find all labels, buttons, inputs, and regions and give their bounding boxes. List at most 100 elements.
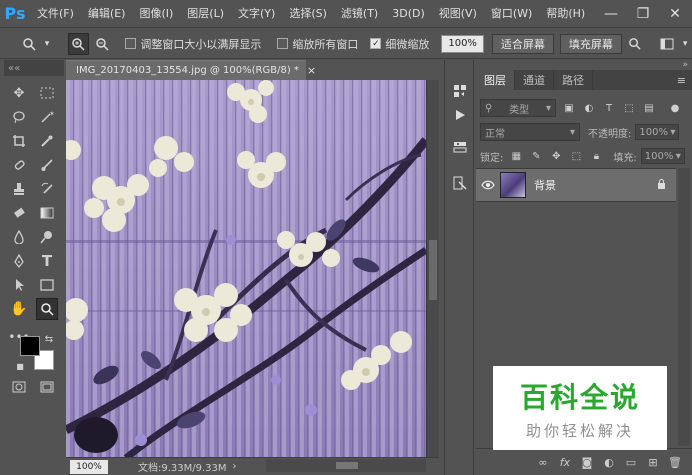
- zoom-value-field[interactable]: 100%: [441, 34, 484, 53]
- layer-filter-select[interactable]: ⚲ 类型 ▾: [480, 99, 556, 117]
- filter-adjustment-icon[interactable]: ◐: [582, 101, 596, 115]
- layer-name[interactable]: 背景: [534, 177, 556, 193]
- lock-artboard-icon[interactable]: ⬚: [569, 149, 583, 163]
- healing-brush-icon[interactable]: [8, 154, 30, 176]
- new-layer-icon[interactable]: ⊞: [644, 453, 662, 471]
- document-tab[interactable]: IMG_20170403_13554.jpg @ 100%(RGB/8) * ×: [66, 60, 316, 80]
- crop-tool-icon[interactable]: [8, 130, 30, 152]
- status-menu-arrow-icon[interactable]: ›: [233, 461, 237, 472]
- scrubby-zoom-checkbox[interactable]: ✓ 细微缩放: [370, 36, 429, 52]
- history-brush-icon[interactable]: [36, 178, 58, 200]
- history-panel-icon[interactable]: [449, 80, 471, 102]
- hand-tool-icon[interactable]: ✋: [8, 298, 30, 320]
- chevron-down-icon[interactable]: ▾: [41, 33, 53, 55]
- menu-image[interactable]: 图像(I): [132, 0, 180, 28]
- canvas-horizontal-scrollbar[interactable]: [266, 459, 426, 472]
- menu-3d[interactable]: 3D(D): [385, 0, 432, 28]
- adjustments-panel-icon[interactable]: [449, 136, 471, 158]
- swap-colors-icon[interactable]: ⇆: [42, 332, 56, 346]
- layer-filter-row: ⚲ 类型 ▾ ▣ ◐ T ⬚ ▤ ●: [480, 98, 688, 118]
- filter-toggle-icon[interactable]: ●: [668, 101, 682, 115]
- fx-icon[interactable]: fx: [556, 453, 574, 471]
- fill-screen-button[interactable]: 填充屏幕: [559, 33, 622, 54]
- search-icon[interactable]: [624, 33, 645, 55]
- canvas-area[interactable]: [66, 80, 439, 458]
- menu-select[interactable]: 选择(S): [282, 0, 334, 28]
- eye-icon[interactable]: [476, 180, 500, 190]
- tab-paths[interactable]: 路径: [554, 70, 593, 90]
- close-window-button[interactable]: ✕: [660, 0, 690, 28]
- menu-filter[interactable]: 滤镜(T): [334, 0, 385, 28]
- restore-button[interactable]: ❐: [628, 0, 658, 28]
- toolbar-header[interactable]: ««: [4, 60, 64, 76]
- lock-image-icon[interactable]: ✎: [529, 149, 543, 163]
- eyedropper-icon[interactable]: [36, 130, 58, 152]
- chevron-down-icon[interactable]: ▾: [679, 33, 691, 55]
- zoom-in-icon[interactable]: [67, 32, 90, 55]
- path-selection-icon[interactable]: [8, 274, 30, 296]
- lasso-tool-icon[interactable]: [8, 106, 30, 128]
- opacity-field[interactable]: 100% ▾: [635, 124, 680, 140]
- properties-panel-icon[interactable]: [449, 172, 471, 194]
- menu-view[interactable]: 视图(V): [432, 0, 484, 28]
- workspace-icon[interactable]: [656, 33, 677, 55]
- actions-play-icon[interactable]: [449, 104, 471, 126]
- menu-type[interactable]: 文字(Y): [231, 0, 282, 28]
- scroll-thumb[interactable]: [336, 462, 358, 469]
- zoom-all-checkbox[interactable]: 缩放所有窗口: [277, 36, 358, 52]
- marquee-tool-icon[interactable]: [36, 82, 58, 104]
- gradient-tool-icon[interactable]: [36, 202, 58, 224]
- quick-mask-icon[interactable]: [8, 376, 30, 398]
- lock-position-icon[interactable]: ✥: [549, 149, 563, 163]
- blur-tool-icon[interactable]: [8, 226, 30, 248]
- move-tool-icon[interactable]: ✥: [8, 82, 30, 104]
- canvas-vertical-scrollbar[interactable]: [426, 80, 439, 458]
- collapse-panels-icon[interactable]: »: [682, 60, 688, 70]
- foreground-color-swatch[interactable]: [20, 336, 40, 356]
- new-group-icon[interactable]: ▭: [622, 453, 640, 471]
- status-zoom-field[interactable]: 100%: [70, 459, 108, 474]
- menu-edit[interactable]: 编辑(E): [81, 0, 133, 28]
- zoom-out-icon[interactable]: [91, 33, 112, 55]
- close-tab-icon[interactable]: ×: [307, 64, 316, 77]
- tab-channels[interactable]: 通道: [515, 70, 554, 90]
- document-size-info[interactable]: 文档:9.33M/9.33M: [138, 459, 227, 474]
- delete-layer-icon[interactable]: 🗑︎: [666, 453, 684, 471]
- magic-wand-icon[interactable]: ✶: [36, 106, 58, 128]
- fit-screen-button[interactable]: 适合屏幕: [491, 33, 554, 54]
- pen-tool-icon[interactable]: [8, 250, 30, 272]
- add-mask-icon[interactable]: ◙: [578, 453, 596, 471]
- fill-field[interactable]: 100% ▾: [640, 148, 685, 164]
- minimize-button[interactable]: —: [596, 0, 626, 28]
- rectangle-tool-icon[interactable]: [36, 274, 58, 296]
- menu-file[interactable]: 文件(F): [30, 0, 81, 28]
- adjustment-layer-icon[interactable]: ◐: [600, 453, 618, 471]
- filter-smart-object-icon[interactable]: ▤: [642, 101, 656, 115]
- layer-row-background[interactable]: 背景: [476, 168, 676, 202]
- scroll-thumb[interactable]: [429, 240, 437, 300]
- collapse-toolbar-icon[interactable]: ««: [8, 63, 20, 74]
- default-colors-icon[interactable]: ■: [14, 360, 26, 372]
- layers-scrollbar[interactable]: [678, 168, 690, 446]
- type-tool-icon[interactable]: T: [36, 250, 58, 272]
- menu-help[interactable]: 帮助(H): [539, 0, 592, 28]
- resize-windows-checkbox[interactable]: 调整窗口大小以满屏显示: [125, 36, 261, 52]
- dodge-tool-icon[interactable]: [36, 226, 58, 248]
- blend-mode-select[interactable]: 正常 ▾: [480, 123, 580, 141]
- stamp-tool-icon[interactable]: [8, 178, 30, 200]
- filter-pixel-icon[interactable]: ▣: [562, 101, 576, 115]
- filter-type-icon[interactable]: T: [602, 101, 616, 115]
- eraser-tool-icon[interactable]: [8, 202, 30, 224]
- lock-transparency-icon[interactable]: ▦: [509, 149, 523, 163]
- filter-shape-icon[interactable]: ⬚: [622, 101, 636, 115]
- menu-window[interactable]: 窗口(W): [484, 0, 539, 28]
- tab-layers[interactable]: 图层: [476, 70, 515, 90]
- zoom-tool-preset-icon[interactable]: [18, 33, 39, 55]
- screen-mode-icon[interactable]: [36, 376, 58, 398]
- zoom-tool-icon[interactable]: [36, 298, 58, 320]
- link-layers-icon[interactable]: ∞: [534, 453, 552, 471]
- menu-layer[interactable]: 图层(L): [180, 0, 231, 28]
- panel-menu-icon[interactable]: ≡: [671, 70, 692, 90]
- lock-all-icon[interactable]: 🔒︎: [589, 149, 603, 163]
- brush-tool-icon[interactable]: [36, 154, 58, 176]
